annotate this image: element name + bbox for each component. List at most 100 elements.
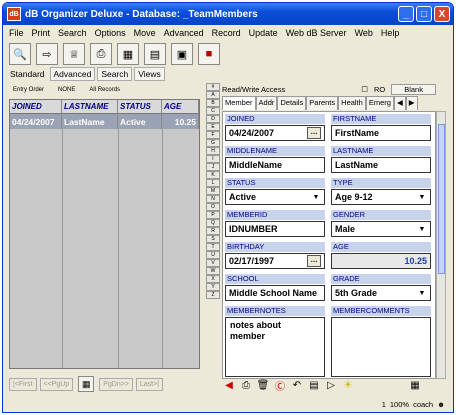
- team-icon[interactable]: ♕: [63, 43, 85, 65]
- index-letter-o[interactable]: O: [206, 203, 220, 211]
- menu-record[interactable]: Record: [212, 28, 241, 38]
- col-joined[interactable]: JOINED: [10, 100, 62, 114]
- pgdn-button[interactable]: PgDn>>: [99, 377, 133, 391]
- index-letter-t[interactable]: T: [206, 243, 220, 251]
- sort-entry-order[interactable]: Entry Order: [13, 87, 44, 93]
- index-letter-q[interactable]: Q: [206, 219, 220, 227]
- firstname-field[interactable]: FirstName: [331, 125, 431, 141]
- index-letter-v[interactable]: V: [206, 259, 220, 267]
- chart-icon[interactable]: ▣: [171, 43, 193, 65]
- exit-icon[interactable]: ■: [198, 43, 220, 65]
- index-letter-n[interactable]: N: [206, 195, 220, 203]
- open-icon[interactable]: ⇨: [36, 43, 58, 65]
- table-row[interactable]: 04/24/2007 LastName Active 10.25: [10, 114, 199, 129]
- pgup-button[interactable]: <<PgUp: [39, 377, 74, 391]
- trash-icon[interactable]: 🗑: [256, 378, 270, 392]
- maximize-button[interactable]: □: [416, 6, 432, 22]
- index-letter-c[interactable]: C: [206, 107, 220, 115]
- tab-standard[interactable]: Standard: [7, 68, 48, 80]
- menu-search[interactable]: Search: [58, 28, 87, 38]
- tab-details[interactable]: Details: [277, 96, 307, 110]
- card-icon[interactable]: ▤: [144, 43, 166, 65]
- close-button[interactable]: X: [434, 6, 450, 22]
- menu-web[interactable]: Web: [355, 28, 373, 38]
- index-letter-g[interactable]: G: [206, 139, 220, 147]
- col-lastname[interactable]: LASTNAME: [62, 100, 118, 114]
- index-letter-r[interactable]: R: [206, 227, 220, 235]
- print-icon[interactable]: ⎙: [239, 378, 253, 392]
- gender-select[interactable]: Male ▼: [331, 221, 431, 237]
- blank-button[interactable]: Blank: [391, 83, 436, 95]
- menu-move[interactable]: Move: [134, 28, 156, 38]
- index-letter-y[interactable]: Y: [206, 283, 220, 291]
- middlename-field[interactable]: MiddleName: [225, 157, 325, 173]
- scrollbar-thumb[interactable]: [438, 124, 445, 274]
- search-icon[interactable]: 🔍: [9, 43, 31, 65]
- membercomments-field[interactable]: [331, 317, 431, 377]
- report-icon[interactable]: ▦: [408, 378, 422, 392]
- index-letter-z[interactable]: Z: [206, 291, 220, 299]
- form-scrollbar[interactable]: [436, 111, 446, 379]
- tab-health[interactable]: Health: [338, 96, 366, 110]
- index-letter-e[interactable]: E: [206, 123, 220, 131]
- index-letter-x[interactable]: X: [206, 275, 220, 283]
- index-letter-w[interactable]: W: [206, 267, 220, 275]
- record-grid[interactable]: JOINED LASTNAME STATUS AGE 04/24/2007 La…: [9, 99, 200, 369]
- tab-search[interactable]: Search: [97, 67, 133, 81]
- index-letter-d[interactable]: D: [206, 115, 220, 123]
- tab-scroll-right[interactable]: ▶: [405, 96, 418, 110]
- chevron-down-icon[interactable]: ▼: [311, 194, 321, 201]
- menu-advanced[interactable]: Advanced: [164, 28, 204, 38]
- undo-icon[interactable]: ↶: [290, 378, 304, 392]
- index-letter-b[interactable]: B: [206, 99, 220, 107]
- tab-scroll-left[interactable]: ◀: [393, 96, 406, 110]
- status-select[interactable]: Active ▼: [225, 189, 325, 205]
- chevron-down-icon[interactable]: ▼: [417, 194, 427, 201]
- index-letter-s[interactable]: S: [206, 235, 220, 243]
- tab-advanced[interactable]: Advanced: [49, 67, 96, 81]
- color-grid-icon[interactable]: ▦: [78, 376, 95, 392]
- tab-addr[interactable]: Addr: [255, 96, 278, 110]
- tab-views[interactable]: Views: [134, 67, 165, 81]
- menu-file[interactable]: File: [9, 28, 24, 38]
- copy-icon[interactable]: Ⓒ: [273, 378, 287, 393]
- index-letter-m[interactable]: M: [206, 187, 220, 195]
- birthday-field[interactable]: 02/17/1997…: [225, 253, 325, 269]
- lightbulb-icon[interactable]: ☀: [341, 378, 355, 392]
- tab-emerg[interactable]: Emerg: [365, 96, 394, 110]
- lastname-field[interactable]: LastName: [331, 157, 431, 173]
- menu-print[interactable]: Print: [32, 28, 51, 38]
- type-select[interactable]: Age 9-12 ▼: [331, 189, 431, 205]
- chevron-down-icon[interactable]: ▼: [417, 226, 427, 233]
- date-picker-button[interactable]: …: [307, 255, 321, 267]
- print-icon[interactable]: ⎙: [90, 43, 112, 65]
- first-button[interactable]: |<First: [9, 377, 37, 391]
- school-field[interactable]: Middle School Name: [225, 285, 325, 301]
- import-icon[interactable]: ▷: [324, 378, 338, 392]
- tab-parents[interactable]: Parents: [306, 96, 339, 110]
- sort-none[interactable]: NONE: [58, 87, 75, 93]
- grade-select[interactable]: 5th Grade ▼: [331, 285, 431, 301]
- table-icon[interactable]: ▦: [117, 43, 139, 65]
- index-letter-f[interactable]: F: [206, 131, 220, 139]
- index-letter-hash[interactable]: #: [206, 83, 220, 91]
- ro-checkbox[interactable]: ☐: [361, 85, 368, 94]
- index-letter-i[interactable]: I: [206, 155, 220, 163]
- export-icon[interactable]: ▤: [307, 378, 321, 392]
- index-letter-k[interactable]: K: [206, 171, 220, 179]
- menu-update[interactable]: Update: [249, 28, 278, 38]
- title-bar[interactable]: dB dB Organizer Deluxe - Database: _Team…: [3, 3, 453, 25]
- minimize-button[interactable]: _: [398, 6, 414, 22]
- index-letter-h[interactable]: H: [206, 147, 220, 155]
- back-arrow-icon[interactable]: ◀: [222, 378, 236, 392]
- tab-member[interactable]: Member: [222, 96, 256, 110]
- last-button[interactable]: Last>|: [135, 377, 164, 391]
- menu-help[interactable]: Help: [381, 28, 400, 38]
- index-letter-l[interactable]: L: [206, 179, 220, 187]
- col-status[interactable]: STATUS: [118, 100, 162, 114]
- menu-options[interactable]: Options: [95, 28, 126, 38]
- index-letter-a[interactable]: A: [206, 91, 220, 99]
- filter-all-records[interactable]: All Records: [89, 87, 120, 93]
- menu-webdbserver[interactable]: Web dB Server: [286, 28, 347, 38]
- index-letter-p[interactable]: P: [206, 211, 220, 219]
